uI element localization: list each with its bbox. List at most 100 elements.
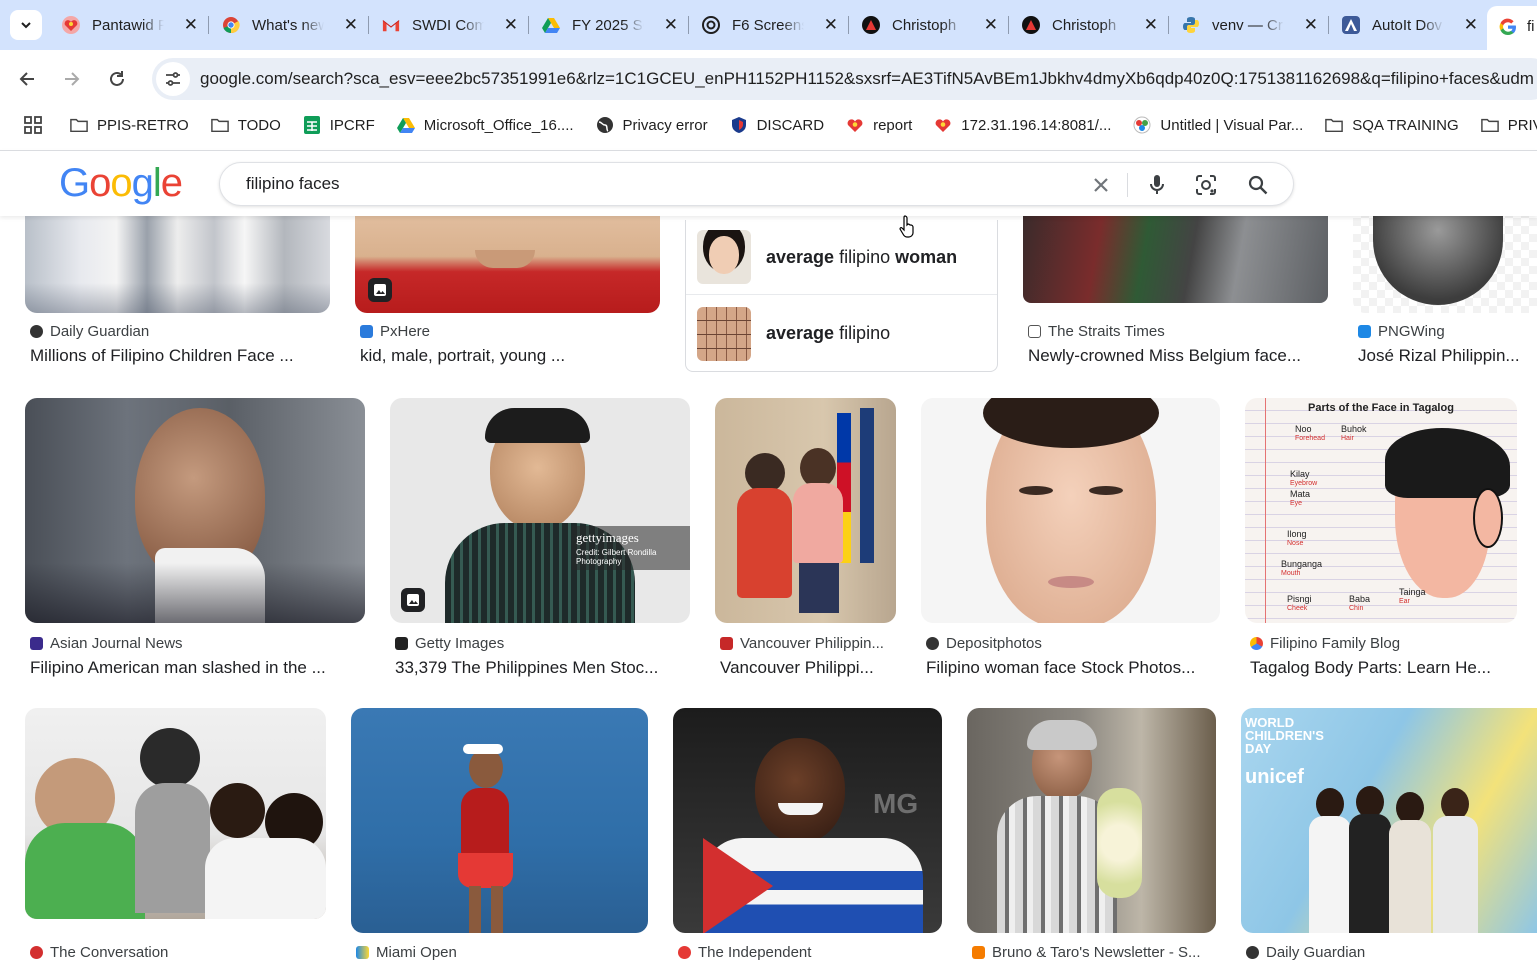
- close-icon[interactable]: ✕: [1464, 15, 1478, 35]
- result-thumbnail[interactable]: [355, 210, 660, 313]
- result-thumbnail[interactable]: [967, 708, 1216, 933]
- tab-autoit[interactable]: AutoIt Dov ✕: [1328, 6, 1488, 44]
- result-title[interactable]: Tagalog Body Parts: Learn He...: [1250, 658, 1515, 678]
- related-search-item[interactable]: average filipino: [686, 296, 997, 371]
- result-card[interactable]: MG The Independent: [673, 708, 942, 961]
- bookmark-ppis-retro[interactable]: PPIS-RETRO: [70, 116, 189, 134]
- close-icon[interactable]: ✕: [1144, 15, 1158, 35]
- forward-button[interactable]: [57, 64, 87, 94]
- result-source[interactable]: Miami Open: [356, 944, 457, 961]
- result-thumbnail[interactable]: [1353, 210, 1537, 313]
- bookmark-privacy-error[interactable]: Privacy error: [596, 116, 708, 134]
- result-card[interactable]: PxHere kid, male, portrait, young ...: [355, 210, 660, 370]
- address-bar[interactable]: google.com/search?sca_esv=eee2bc57351991…: [152, 58, 1537, 100]
- bookmark-discard[interactable]: DISCARD: [730, 116, 824, 134]
- result-thumbnail[interactable]: Parts of the Face in Tagalog Noo Forehead…: [1245, 398, 1517, 623]
- result-thumbnail[interactable]: WORLD CHILDREN'S DAY unicef: [1241, 708, 1537, 933]
- reload-button[interactable]: [102, 64, 132, 94]
- result-source[interactable]: Getty Images: [395, 635, 504, 652]
- result-source[interactable]: PxHere: [360, 323, 430, 340]
- tab-venv[interactable]: venv — Cr ✕: [1168, 6, 1329, 44]
- result-source[interactable]: The Conversation: [30, 944, 168, 961]
- site-favicon-icon: [30, 946, 43, 959]
- related-search-item[interactable]: average filipino woman: [686, 220, 997, 295]
- result-source[interactable]: Daily Guardian: [30, 323, 149, 340]
- result-thumbnail[interactable]: gettyimages Credit: Gilbert Rondilla Pho…: [390, 398, 690, 623]
- close-icon[interactable]: ✕: [1304, 15, 1318, 35]
- result-card[interactable]: The Conversation: [25, 708, 326, 961]
- bookmark-visual-paradigm[interactable]: Untitled | Visual Par...: [1133, 116, 1303, 134]
- apps-icon[interactable]: [24, 116, 42, 134]
- result-title[interactable]: José Rizal Philippin...: [1358, 346, 1537, 366]
- image-results-grid: Daily Guardian Millions of Filipino Chil…: [0, 150, 1537, 961]
- result-title[interactable]: Vancouver Philippi...: [720, 658, 892, 678]
- result-card[interactable]: Vancouver Philippin... Vancouver Philipp…: [715, 398, 896, 678]
- result-source[interactable]: PNGWing: [1358, 323, 1445, 340]
- back-button[interactable]: [12, 64, 42, 94]
- tab-active-google[interactable]: fi: [1487, 6, 1537, 50]
- result-source[interactable]: Daily Guardian: [1246, 944, 1365, 961]
- bookmark-private[interactable]: PRIVATE: [1480, 116, 1537, 134]
- bookmark-172-31-196-14[interactable]: 172.31.196.14:8081/...: [934, 116, 1111, 134]
- bookmark-report[interactable]: report: [846, 116, 912, 134]
- search-box[interactable]: filipino faces: [219, 162, 1294, 206]
- tab-search-button[interactable]: [10, 10, 42, 40]
- tab-pantawid[interactable]: Pantawid P ✕: [48, 6, 209, 44]
- result-source[interactable]: Depositphotos: [926, 635, 1042, 652]
- result-card[interactable]: The Straits Times Newly-crowned Miss Bel…: [1023, 210, 1328, 370]
- tab-christoph-2[interactable]: Christoph ✕: [1008, 6, 1169, 44]
- result-thumbnail[interactable]: [1023, 210, 1328, 303]
- diagram-label: Nose: [1287, 540, 1304, 547]
- close-icon[interactable]: ✕: [344, 15, 358, 35]
- tab-christoph-1[interactable]: Christoph ✕: [848, 6, 1009, 44]
- result-source[interactable]: The Straits Times: [1028, 323, 1165, 340]
- close-icon[interactable]: ✕: [184, 15, 198, 35]
- result-card[interactable]: gettyimages Credit: Gilbert Rondilla Pho…: [390, 398, 690, 678]
- tab-f6[interactable]: F6 Screens ✕: [688, 6, 849, 44]
- search-input[interactable]: filipino faces: [246, 174, 340, 194]
- google-logo[interactable]: Google: [59, 161, 183, 206]
- result-card[interactable]: Parts of the Face in Tagalog Noo Forehead…: [1245, 398, 1517, 678]
- result-title[interactable]: 33,379 The Philippines Men Stoc...: [395, 658, 685, 678]
- result-thumbnail[interactable]: [715, 398, 896, 623]
- result-thumbnail[interactable]: [25, 708, 326, 919]
- lens-search-button[interactable]: [1192, 171, 1220, 199]
- clear-search-button[interactable]: [1087, 171, 1115, 199]
- result-source[interactable]: Vancouver Philippin...: [720, 635, 900, 652]
- result-title[interactable]: Newly-crowned Miss Belgium face...: [1028, 346, 1326, 366]
- bookmark-sqa-training[interactable]: SQA TRAINING: [1325, 116, 1459, 134]
- result-thumbnail[interactable]: MG: [673, 708, 942, 933]
- result-thumbnail[interactable]: [921, 398, 1220, 623]
- bookmark-todo[interactable]: TODO: [210, 116, 281, 134]
- result-card[interactable]: Miami Open: [351, 708, 648, 961]
- result-source[interactable]: The Independent: [678, 944, 811, 961]
- close-icon[interactable]: ✕: [504, 15, 518, 35]
- result-source[interactable]: Filipino Family Blog: [1250, 635, 1400, 652]
- close-icon[interactable]: ✕: [824, 15, 838, 35]
- close-icon[interactable]: ✕: [664, 15, 678, 35]
- result-title[interactable]: Filipino American man slashed in the ...: [30, 658, 365, 678]
- tab-swdi[interactable]: SWDI Com ✕: [368, 6, 529, 44]
- tab-whats-new[interactable]: What's new ✕: [208, 6, 369, 44]
- site-info-icon[interactable]: [156, 62, 190, 96]
- result-card[interactable]: Bruno & Taro's Newsletter - S...: [967, 708, 1216, 961]
- result-card[interactable]: Depositphotos Filipino woman face Stock …: [921, 398, 1220, 678]
- close-icon[interactable]: ✕: [984, 15, 998, 35]
- bookmark-microsoft-office[interactable]: Microsoft_Office_16....: [396, 116, 574, 134]
- result-title[interactable]: Filipino woman face Stock Photos...: [926, 658, 1218, 678]
- bookmark-ipcrf[interactable]: IPCRF: [303, 116, 375, 134]
- result-card[interactable]: WORLD CHILDREN'S DAY unicef Daily Guardian: [1241, 708, 1537, 961]
- result-title[interactable]: Millions of Filipino Children Face ...: [30, 346, 330, 366]
- result-thumbnail[interactable]: [25, 398, 365, 623]
- result-title[interactable]: kid, male, portrait, young ...: [360, 346, 660, 366]
- result-thumbnail[interactable]: [25, 210, 330, 313]
- result-card[interactable]: PNGWing José Rizal Philippin...: [1353, 210, 1537, 370]
- search-button[interactable]: [1244, 171, 1272, 199]
- result-source[interactable]: Asian Journal News: [30, 635, 183, 652]
- result-thumbnail[interactable]: [351, 708, 648, 933]
- result-card[interactable]: Daily Guardian Millions of Filipino Chil…: [25, 210, 330, 370]
- voice-search-button[interactable]: [1143, 171, 1171, 199]
- result-card[interactable]: Asian Journal News Filipino American man…: [25, 398, 365, 678]
- tab-fy2025[interactable]: FY 2025 SC ✕: [528, 6, 689, 44]
- result-source[interactable]: Bruno & Taro's Newsletter - S...: [972, 944, 1201, 961]
